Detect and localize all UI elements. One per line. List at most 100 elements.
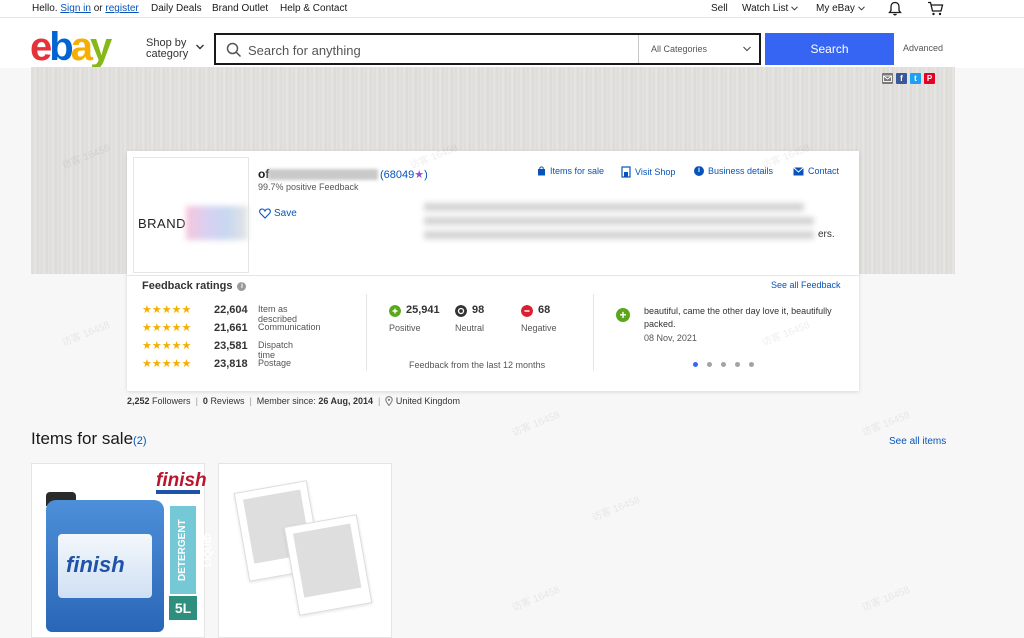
- save-seller-button[interactable]: Save: [259, 208, 297, 219]
- star-rating-icon: ★★★★★: [142, 340, 192, 352]
- carousel-dot[interactable]: [735, 362, 740, 367]
- seller-name-redacted: [268, 169, 378, 180]
- chevron-down-icon: [743, 46, 751, 52]
- product-tile[interactable]: finish finish DETERGENT LIQUID 5L: [31, 463, 214, 638]
- rating-count: 21,661: [214, 322, 248, 334]
- info-icon[interactable]: i: [237, 281, 247, 291]
- category-label: category: [146, 48, 189, 60]
- rating-label: Communication: [258, 322, 321, 332]
- positive-feedback-percent: 99.7% positive Feedback: [258, 182, 359, 192]
- my-ebay-label: My eBay: [816, 3, 855, 14]
- brand-outlet-link[interactable]: Brand Outlet: [212, 3, 268, 14]
- carousel-dot[interactable]: [707, 362, 712, 367]
- store-description-end: ers.: [818, 229, 835, 240]
- feedback-score-close: ): [424, 169, 428, 181]
- rating-count: 23,818: [214, 358, 248, 370]
- separator: |: [195, 396, 198, 406]
- save-label: Save: [274, 208, 297, 219]
- watermark: 访客 16458: [510, 409, 562, 439]
- watch-list-menu[interactable]: Watch List: [742, 3, 799, 14]
- store-logo-text: BRAND: [138, 216, 187, 231]
- watermark: 访客 16458: [590, 494, 642, 524]
- logo-letter: a: [70, 25, 93, 69]
- neutral-count: 98: [472, 304, 485, 316]
- store-logo-redacted: [186, 206, 248, 240]
- help-contact-link[interactable]: Help & Contact: [280, 3, 347, 14]
- see-all-feedback-link[interactable]: See all Feedback: [771, 280, 841, 290]
- divider: [366, 294, 367, 371]
- positive-label: Positive: [389, 323, 421, 333]
- items-for-sale-link[interactable]: Items for sale: [537, 166, 604, 176]
- carousel-dot[interactable]: [693, 362, 698, 367]
- cart-icon[interactable]: [927, 1, 944, 16]
- followers-count: 2,252: [127, 396, 150, 406]
- separator: |: [378, 396, 381, 406]
- sell-label: Sell: [711, 3, 728, 14]
- plus-circle-icon: [389, 305, 401, 317]
- visit-shop-label: Visit Shop: [635, 167, 676, 177]
- bell-icon[interactable]: [888, 1, 902, 16]
- twitter-share-icon[interactable]: t: [910, 73, 921, 84]
- neutral-circle-icon: [455, 305, 467, 317]
- product-tile[interactable]: [218, 463, 392, 638]
- contact-link[interactable]: Contact: [793, 166, 839, 176]
- items-count: (2): [133, 435, 147, 447]
- items-for-sale-label: Items for sale: [550, 166, 605, 176]
- search-bar: All Categories: [214, 33, 761, 65]
- business-details-link[interactable]: i Business details: [694, 166, 773, 176]
- header: ebay Shop by category All Categories Sea…: [0, 18, 1024, 68]
- minus-circle-icon: [521, 305, 533, 317]
- carousel-dot[interactable]: [721, 362, 726, 367]
- shop-icon: [621, 166, 631, 178]
- watch-list-label: Watch List: [742, 3, 789, 14]
- logo-letter: y: [89, 25, 112, 69]
- search-icon: [226, 42, 242, 58]
- watermark: 访客 16458: [860, 409, 912, 439]
- visit-shop-link[interactable]: Visit Shop: [621, 166, 675, 178]
- negative-label: Negative: [521, 323, 557, 333]
- feedback-ratings-title: Feedback ratings i: [142, 280, 247, 292]
- register-link[interactable]: register: [105, 3, 138, 14]
- my-ebay-menu[interactable]: My eBay: [816, 3, 865, 14]
- facebook-share-icon[interactable]: f: [896, 73, 907, 84]
- shop-by-category-button[interactable]: Shop by category: [146, 38, 188, 60]
- search-button[interactable]: Search: [765, 33, 894, 65]
- bag-icon: [538, 166, 545, 176]
- rating-label: Item as described: [258, 304, 298, 324]
- review-text: beautiful, came the other day love it, b…: [644, 306, 832, 329]
- star-icon: ★: [414, 169, 425, 181]
- sell-link[interactable]: Sell: [711, 3, 728, 14]
- member-since-date: 26 Aug, 2014: [318, 396, 374, 406]
- divider: [127, 275, 859, 276]
- feedback-ratings-label: Feedback ratings: [142, 280, 233, 292]
- rating-count: 22,604: [214, 304, 248, 316]
- ebay-logo[interactable]: ebay: [30, 25, 112, 69]
- items-for-sale-title: Items for sale: [31, 429, 134, 448]
- chevron-down-icon: [791, 6, 799, 11]
- daily-deals-link[interactable]: Daily Deals: [151, 3, 202, 14]
- heart-icon: [259, 208, 271, 219]
- email-share-icon[interactable]: [882, 73, 893, 84]
- location-pin-icon: [385, 396, 394, 406]
- divider: [593, 294, 594, 371]
- search-input[interactable]: [248, 41, 628, 59]
- signin-link[interactable]: Sign in: [60, 3, 91, 14]
- see-all-items-link[interactable]: See all items: [889, 436, 946, 447]
- watermark: 访客 16458: [60, 319, 112, 349]
- neutral-label: Neutral: [455, 323, 485, 333]
- top-bar: Hello. Sign in or register Daily Deals B…: [0, 0, 1024, 18]
- pinterest-share-icon[interactable]: P: [924, 73, 935, 84]
- category-select[interactable]: All Categories: [638, 35, 761, 63]
- carousel-dot[interactable]: [749, 362, 754, 367]
- watermark: 访客 16458: [860, 584, 912, 614]
- store-stats: 2,252 Followers | 0 Reviews | Member sin…: [127, 396, 460, 406]
- positive-count: 25,941: [406, 304, 440, 316]
- category-select-value: All Categories: [651, 44, 708, 54]
- or-text: or: [93, 3, 103, 14]
- separator: |: [249, 396, 252, 406]
- brand-logo: finish: [156, 470, 207, 494]
- member-since-label: Member since:: [256, 396, 316, 406]
- feedback-score[interactable]: (68049★): [380, 168, 428, 181]
- product-type-label: DETERGENT LIQUID: [170, 506, 214, 594]
- advanced-search-link[interactable]: Advanced: [903, 43, 943, 53]
